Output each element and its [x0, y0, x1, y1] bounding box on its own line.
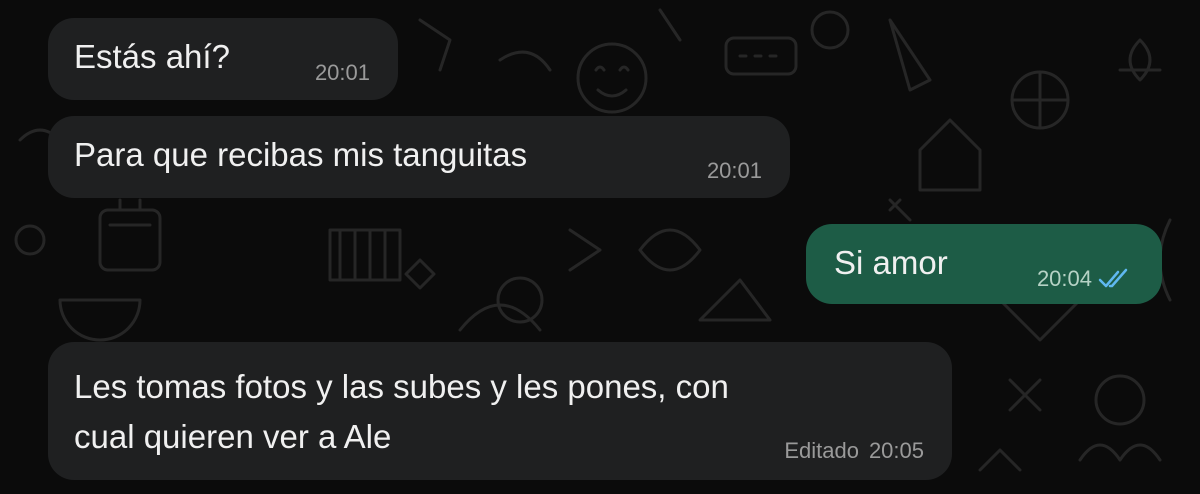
- message-text: Estás ahí?: [74, 38, 230, 75]
- message-timestamp: 20:05: [868, 438, 924, 463]
- edited-label: Editado: [784, 438, 859, 463]
- message-timestamp: 20:01: [706, 158, 762, 183]
- message-meta: Editado 20:05: [784, 438, 924, 464]
- chat-messages-area[interactable]: Estás ahí? 20:01 Para que recibas mis ta…: [0, 0, 1200, 494]
- message-bubble-incoming[interactable]: Estás ahí? 20:01: [48, 18, 398, 100]
- message-meta: 20:04: [1037, 266, 1134, 292]
- message-text: Les tomas fotos y las subes y les pones,…: [74, 368, 729, 455]
- message-bubble-incoming[interactable]: Les tomas fotos y las subes y les pones,…: [48, 342, 952, 480]
- message-bubble-outgoing[interactable]: Si amor 20:04: [806, 224, 1162, 304]
- message-timestamp: 20:04: [1036, 266, 1092, 291]
- double-check-read-icon: [1098, 268, 1128, 288]
- message-text: Para que recibas mis tanguitas: [74, 136, 528, 173]
- message-bubble-incoming[interactable]: Para que recibas mis tanguitas 20:01: [48, 116, 790, 198]
- message-timestamp: 20:01: [314, 60, 370, 85]
- message-text: Si amor: [834, 244, 948, 281]
